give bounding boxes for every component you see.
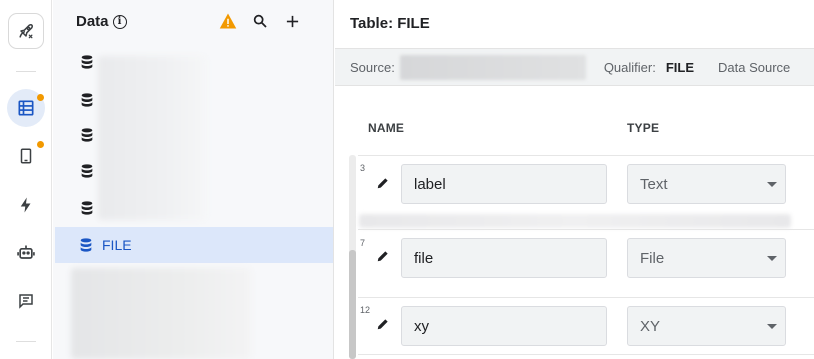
search-button[interactable] [251, 12, 269, 30]
sidebar-item-table-1[interactable] [77, 52, 97, 72]
data-badge [37, 94, 44, 101]
redacted-sidebar-content [71, 268, 251, 359]
add-icon [286, 15, 298, 27]
chat-icon [19, 294, 33, 309]
pencil-icon[interactable] [376, 317, 390, 331]
sidebar-item-label: FILE [102, 237, 132, 253]
data-sidebar: Data i FILE [53, 0, 334, 359]
column-type-value: File [640, 249, 665, 267]
left-rail [0, 0, 52, 359]
database-icon [80, 238, 92, 252]
database-icon [81, 93, 93, 107]
warning-icon [219, 13, 237, 29]
lightning-icon [20, 197, 31, 213]
redacted-row-details [359, 214, 791, 228]
redacted-table-names [98, 56, 206, 220]
sidebar-item-file[interactable]: FILE [55, 227, 333, 263]
column-header-name: NAME [368, 121, 405, 135]
column-type-select[interactable]: Text [627, 164, 786, 204]
row-number: 7 [360, 238, 366, 248]
qualifier-label: Qualifier: [603, 59, 656, 75]
row-divider [358, 155, 814, 156]
database-icon [81, 164, 93, 178]
data-source-label: Data Source [718, 59, 791, 75]
robot-icon [17, 245, 35, 259]
page-title: Table: FILE [350, 15, 430, 32]
rail-automation-button[interactable] [7, 234, 45, 272]
column-name-field[interactable]: xy [401, 306, 607, 346]
rail-divider-bottom [16, 341, 36, 342]
sidebar-toolbar [219, 12, 301, 30]
column-header-type: TYPE [627, 121, 660, 135]
chevron-down-icon [767, 256, 777, 261]
source-label: Source: [350, 59, 395, 75]
chevron-down-icon [767, 182, 777, 187]
search-icon [253, 14, 267, 28]
qualifier-value: FILE [665, 59, 695, 75]
column-type-select[interactable]: XY [627, 306, 786, 346]
rail-actions-button[interactable] [7, 186, 45, 224]
database-icon [81, 128, 93, 142]
pencil-icon[interactable] [376, 176, 390, 190]
launch-button[interactable] [8, 13, 44, 49]
row-divider [358, 354, 814, 355]
database-icon [81, 201, 93, 215]
sidebar-item-table-4[interactable] [77, 161, 97, 181]
rail-chat-button[interactable] [7, 282, 45, 320]
data-icon [18, 100, 34, 116]
row-number: 12 [360, 305, 371, 315]
main-panel: Table: FILE Source: Qualifier: FILE Data… [335, 0, 814, 359]
sidebar-title-text: Data [76, 13, 109, 30]
scrollbar-thumb[interactable] [349, 250, 356, 359]
column-type-value: XY [640, 317, 661, 335]
warning-button[interactable] [219, 12, 237, 30]
info-icon[interactable]: i [112, 14, 127, 29]
row-number: 3 [360, 163, 366, 173]
column-name-field[interactable]: label [401, 164, 607, 204]
chevron-down-icon [767, 324, 777, 329]
add-button[interactable] [283, 12, 301, 30]
column-type-select[interactable]: File [627, 238, 786, 278]
database-icon [81, 55, 93, 69]
sidebar-item-table-5[interactable] [77, 198, 97, 218]
mobile-badge [37, 141, 44, 148]
source-value-redacted [399, 54, 586, 80]
sidebar-title: Data i [76, 13, 127, 30]
rail-divider [16, 71, 36, 72]
column-type-value: Text [640, 175, 668, 193]
row-divider [358, 297, 814, 298]
phone-icon [20, 148, 32, 164]
sidebar-item-table-3[interactable] [77, 125, 97, 145]
table-info-bar: Source: Qualifier: FILE Data Source [335, 48, 814, 86]
pencil-icon[interactable] [376, 249, 390, 263]
row-divider [358, 229, 814, 230]
sidebar-item-table-2[interactable] [77, 90, 97, 110]
column-name-field[interactable]: file [401, 238, 607, 278]
launch-icon [19, 24, 33, 39]
